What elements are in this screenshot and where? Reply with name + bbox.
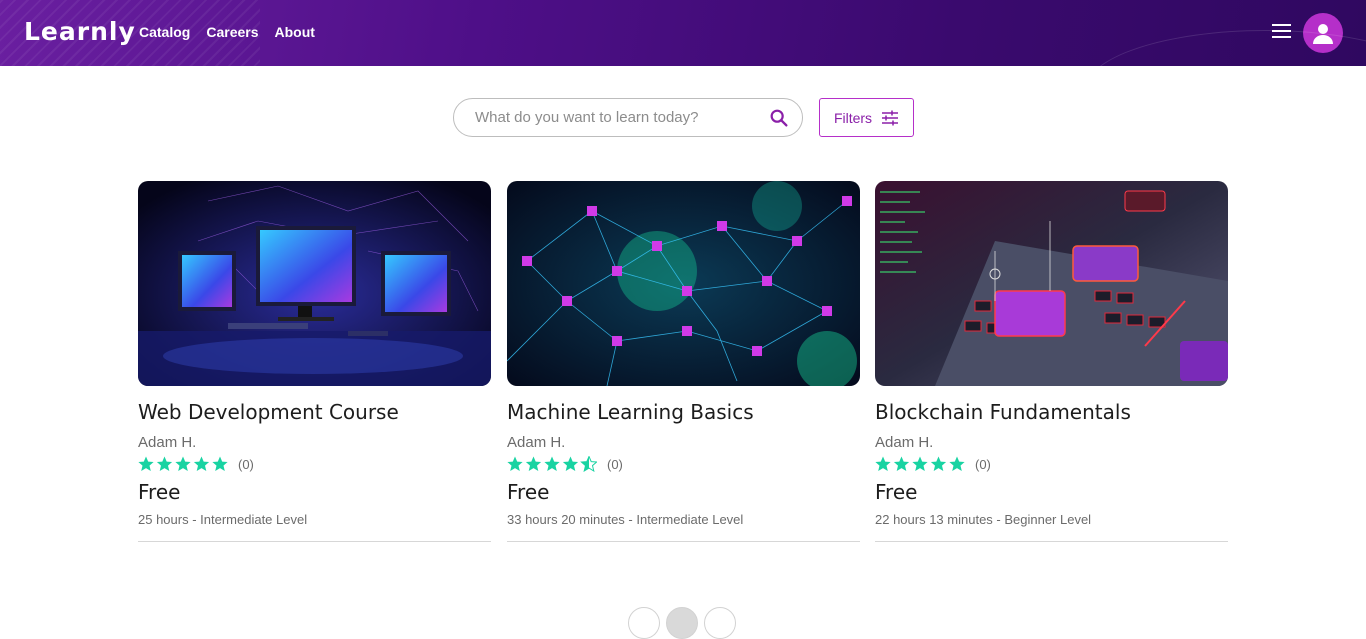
star-rating-icon [138,456,228,471]
nav-catalog[interactable]: Catalog [139,24,190,40]
divider [507,541,860,542]
course-duration-level: 33 hours 20 minutes - Intermediate Level [507,512,744,527]
star-rating-icon [875,456,965,471]
course-author: Adam H. [507,434,566,451]
course-title[interactable]: Machine Learning Basics [507,400,860,424]
sliders-icon [882,110,899,125]
course-rating: (0) [138,456,491,472]
course-thumbnail-keyboard[interactable] [875,181,1228,386]
course-title[interactable]: Web Development Course [138,400,491,424]
divider [875,541,1228,542]
main-nav: Catalog Careers About [139,24,315,40]
pagination-current-page[interactable] [666,607,698,639]
pagination-prev-button[interactable] [628,607,660,639]
course-rating: (0) [507,456,860,472]
search-box [453,98,803,137]
hamburger-menu-icon[interactable] [1272,24,1292,42]
user-avatar-button[interactable] [1303,13,1343,53]
filters-label: Filters [833,109,873,126]
course-card[interactable]: Web Development Course Adam H. (0) Free … [138,181,491,542]
pagination [628,607,736,639]
review-count: (0) [238,456,254,472]
star-rating-icon [507,456,597,472]
course-rating: (0) [875,456,1228,472]
course-card[interactable]: Blockchain Fundamentals Adam H. (0) Free… [875,181,1228,542]
review-count: (0) [975,456,991,472]
course-author: Adam H. [138,434,197,451]
search-input[interactable] [475,109,768,126]
user-icon [1313,24,1333,44]
filters-button[interactable]: Filters [819,98,914,137]
course-thumbnail-monitors[interactable] [138,181,491,386]
course-author: Adam H. [875,434,934,451]
search-icon[interactable] [768,107,790,129]
pagination-next-button[interactable] [704,607,736,639]
course-duration-level: 25 hours - Intermediate Level [138,512,308,527]
divider [138,541,491,542]
review-count: (0) [607,456,623,472]
course-price: Free [138,480,181,504]
course-duration-level: 22 hours 13 minutes - Beginner Level [875,512,1092,527]
course-thumbnail-network[interactable] [507,181,860,386]
top-navbar: Learnly Catalog Careers About [0,0,1366,66]
course-price: Free [875,480,918,504]
course-card[interactable]: Machine Learning Basics Adam H. (0) Free… [507,181,860,542]
logo[interactable]: Learnly [24,17,136,46]
course-title[interactable]: Blockchain Fundamentals [875,400,1228,424]
course-price: Free [507,480,550,504]
nav-careers[interactable]: Careers [206,24,258,40]
nav-about[interactable]: About [275,24,315,40]
